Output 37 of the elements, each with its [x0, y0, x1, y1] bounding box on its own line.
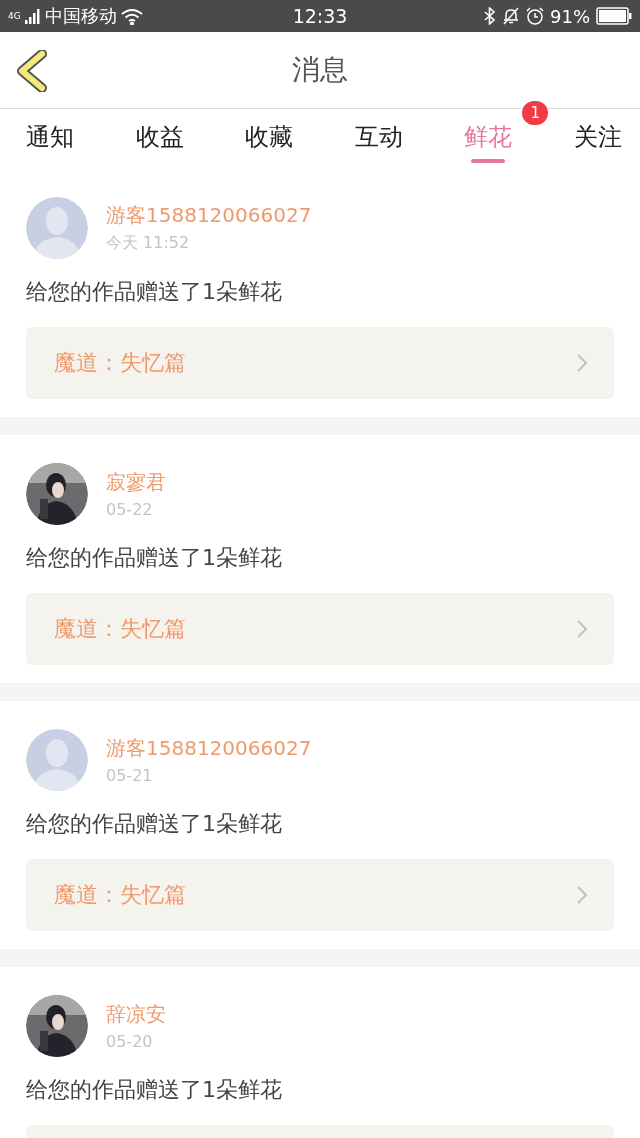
bell-off-icon — [502, 7, 520, 25]
clock-time: 12:33 — [292, 5, 348, 27]
bluetooth-icon — [484, 7, 496, 25]
tab[interactable]: 通知 — [18, 109, 82, 169]
message-time: 05-21 — [106, 766, 154, 785]
count-badge: 1 — [522, 101, 549, 125]
signal-icon — [24, 8, 41, 24]
carrier-name: 中国移动 — [44, 4, 117, 28]
tab[interactable]: 收益 — [127, 109, 192, 169]
user-name[interactable]: 辞凉安 — [106, 1001, 166, 1028]
network-type: 4G — [8, 11, 21, 21]
user-name[interactable]: 游客1588120066027 — [106, 202, 312, 229]
battery-percent: 91% — [550, 5, 590, 27]
message-text: 给您的作品赠送了1朵鲜花 — [26, 1076, 283, 1104]
alarm-icon — [526, 7, 544, 25]
work-link[interactable]: 魔道：失忆篇 — [26, 327, 614, 399]
wifi-icon — [120, 7, 143, 25]
chevron-icon — [576, 619, 588, 639]
tab[interactable]: 关注 — [565, 109, 630, 169]
back-button[interactable] — [14, 50, 50, 92]
tab[interactable]: 互动 — [346, 109, 411, 169]
work-link[interactable]: 魔道：失忆篇 — [26, 859, 614, 931]
message-text: 给您的作品赠送了1朵鲜花 — [26, 810, 283, 838]
message-time: 今天 11:52 — [106, 233, 191, 254]
chevron-icon — [576, 885, 588, 905]
chevron-icon — [576, 353, 588, 373]
user-name[interactable]: 游客1588120066027 — [106, 735, 312, 762]
page-title: 消息 — [292, 52, 348, 88]
message-text: 给您的作品赠送了1朵鲜花 — [26, 544, 283, 572]
battery-icon — [596, 7, 632, 25]
message-text: 给您的作品赠送了1朵鲜花 — [26, 278, 283, 306]
message-time: 05-20 — [106, 1032, 154, 1051]
work-link[interactable]: 魔道：失忆篇 — [26, 593, 614, 665]
tab-underline — [471, 159, 506, 163]
message-time: 05-22 — [106, 500, 154, 519]
user-name[interactable]: 寂寥君 — [106, 469, 166, 496]
tab[interactable]: 收藏 — [237, 109, 302, 169]
